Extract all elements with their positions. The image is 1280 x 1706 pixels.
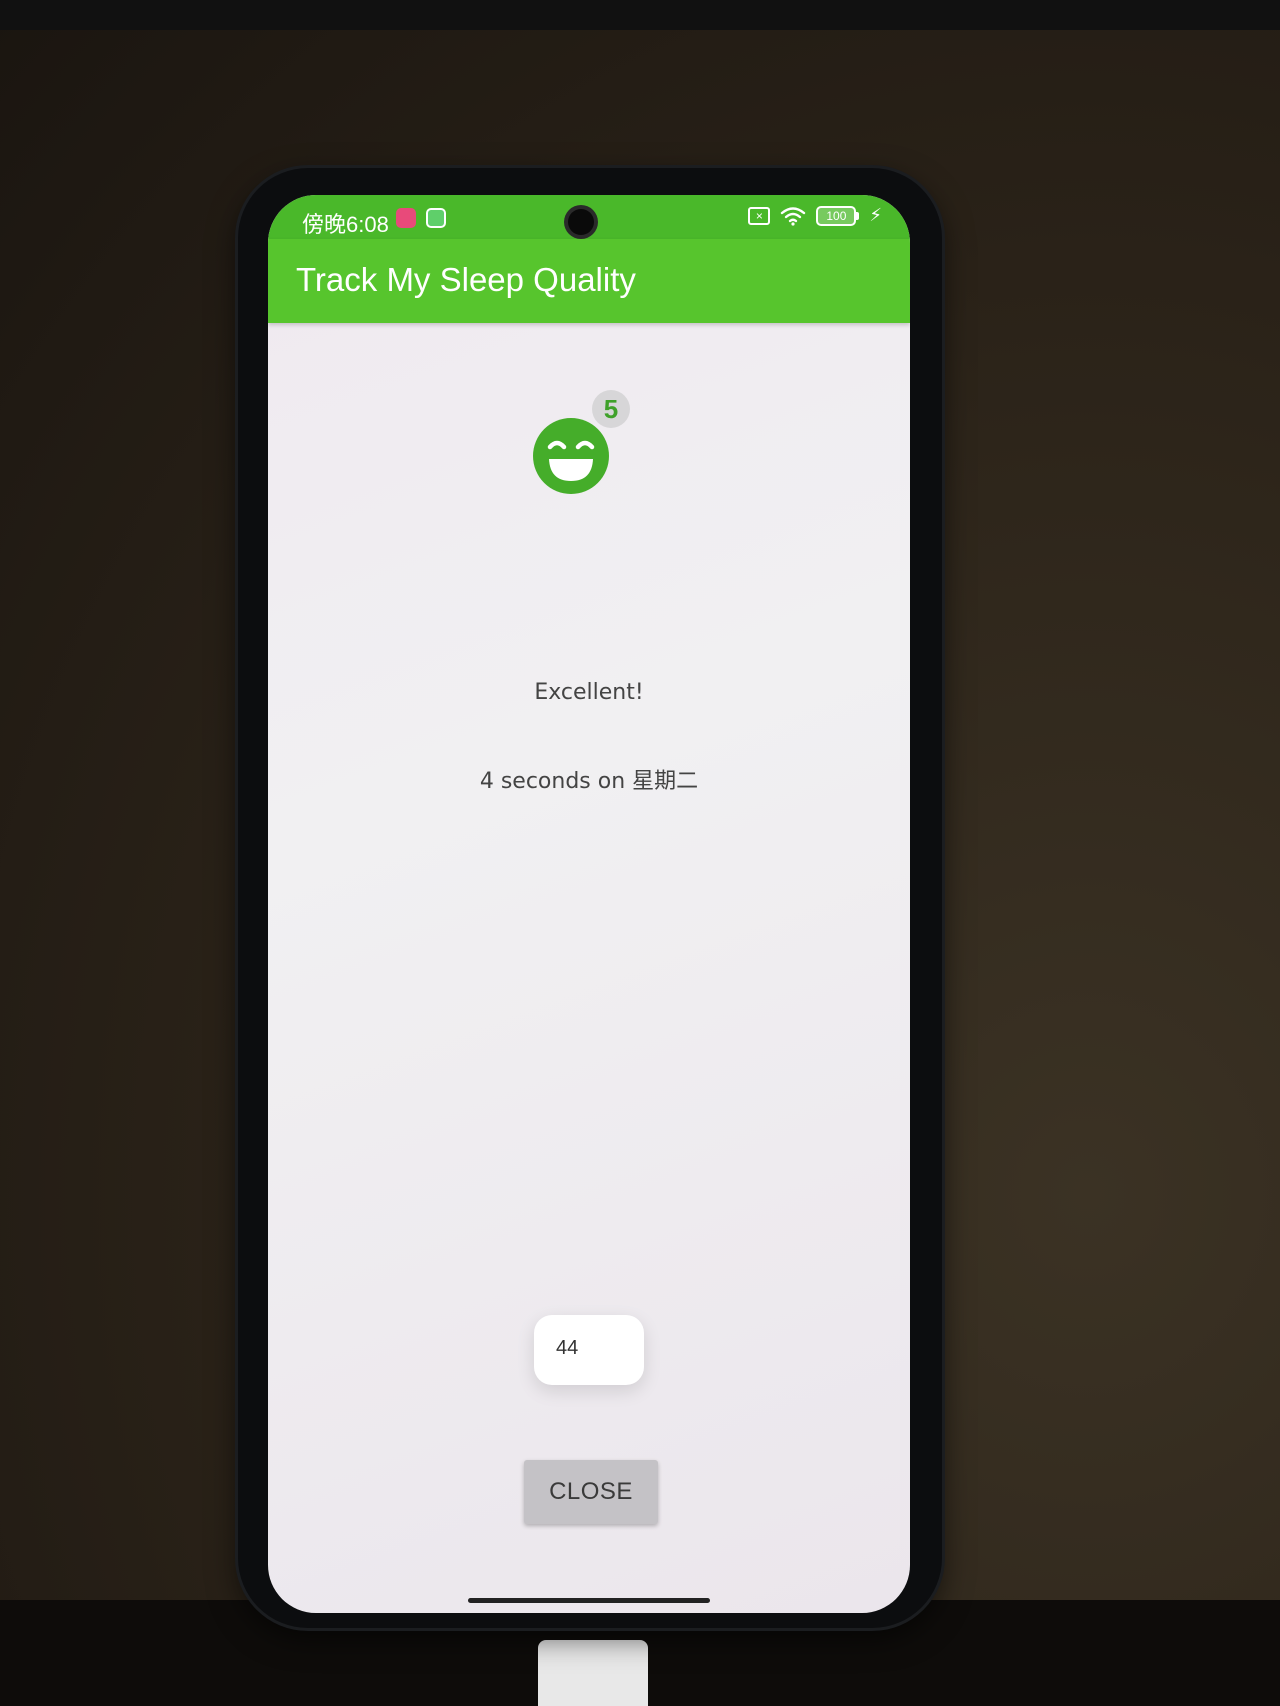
toast-message: 44 xyxy=(534,1315,644,1385)
battery-tip xyxy=(856,212,860,220)
sleep-duration-text: 4 seconds on 星期二 xyxy=(479,769,699,794)
background-top-edge xyxy=(0,0,1280,30)
close-button[interactable]: CLOSE xyxy=(524,1460,658,1524)
status-bar: 傍晚6:08 × 100 ⚡ xyxy=(268,195,910,239)
laughing-face-icon xyxy=(533,418,609,494)
app-bar: Track My Sleep Quality xyxy=(268,239,910,323)
app-title: Track My Sleep Quality xyxy=(296,261,636,298)
phone-screen: 傍晚6:08 × 100 ⚡ Track My Sleep Quality 5 … xyxy=(268,195,910,1613)
bilibili-notification-icon xyxy=(396,208,416,228)
app-notification-icon xyxy=(426,208,446,228)
wifi-icon xyxy=(781,207,806,226)
battery-icon: 100 xyxy=(816,206,860,226)
sim-off-icon: × xyxy=(748,207,771,225)
front-camera xyxy=(568,209,594,235)
home-indicator[interactable] xyxy=(468,1598,710,1603)
toast-text: 44 xyxy=(556,1337,579,1359)
bolt-icon: ⚡ xyxy=(869,205,882,226)
quality-label: Excellent! xyxy=(534,680,644,705)
battery-level: 100 xyxy=(816,206,857,226)
status-icons: × 100 ⚡ xyxy=(748,206,882,226)
quality-rating-badge: 5 xyxy=(592,390,630,428)
status-time: 傍晚6:08 xyxy=(302,212,389,237)
usb-cable xyxy=(538,1640,648,1706)
